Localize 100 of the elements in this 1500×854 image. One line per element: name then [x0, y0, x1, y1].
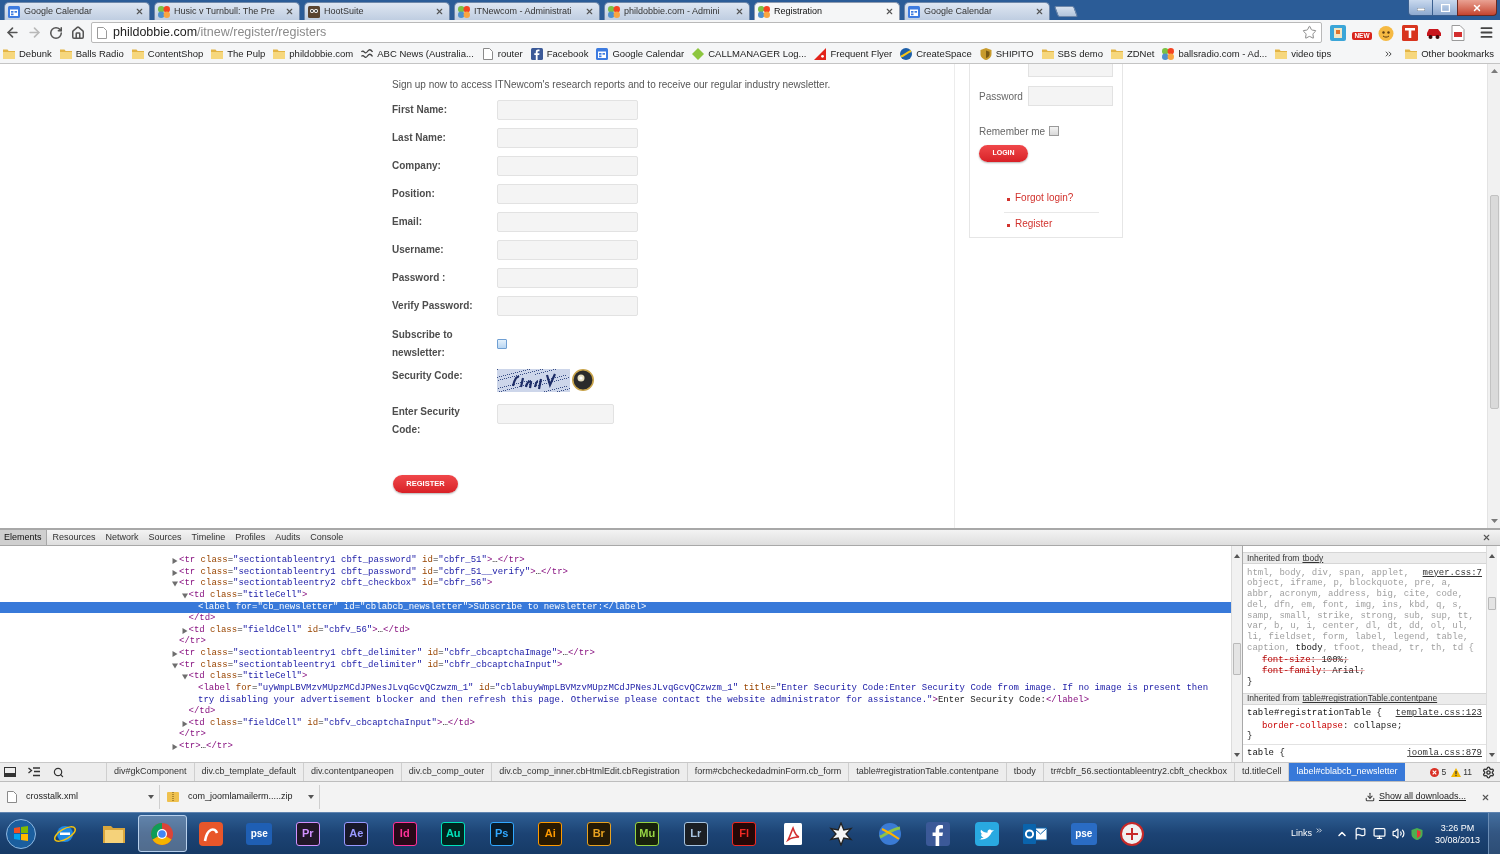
text-field[interactable] [497, 128, 638, 148]
devtools-tab[interactable]: Elements [0, 530, 47, 545]
close-icon[interactable] [135, 7, 144, 16]
dom-node[interactable]: <td class="fieldCell" id="cbfv_cbcaptchaInput">…</td> [181, 717, 475, 730]
scrollbar-thumb[interactable] [1233, 643, 1241, 675]
browser-tab[interactable]: phildobbie.com - Admini [604, 2, 750, 20]
bookmark[interactable]: router [481, 46, 523, 62]
bookmark[interactable]: CreateSpace [900, 46, 972, 62]
browser-tab[interactable]: Google Calendar [904, 2, 1050, 20]
chevron-double-icon[interactable] [1315, 828, 1322, 833]
closing-tag[interactable]: </tr> [179, 729, 206, 741]
tile-icon[interactable] [1402, 24, 1418, 41]
error-count[interactable]: 5 [1441, 765, 1447, 779]
tile-icon[interactable] [1330, 24, 1346, 41]
bookmark[interactable]: ABC News (Australia... [361, 46, 474, 62]
scrollbar[interactable] [1231, 546, 1242, 762]
taskbar-button[interactable]: Id [380, 815, 429, 852]
close-icon[interactable] [585, 7, 594, 16]
download-item[interactable]: com_joomlamailerm.....zip [162, 785, 320, 809]
triangle-right-icon[interactable] [172, 744, 178, 750]
shield-icon[interactable] [1410, 827, 1423, 840]
bookmark[interactable]: Other bookmarks [1405, 46, 1494, 62]
taskbar-button[interactable]: pse [235, 815, 284, 852]
bookmark[interactable]: The Pulp [211, 46, 266, 62]
bookmark[interactable]: Google Calendar [596, 46, 685, 62]
text-field[interactable] [497, 240, 638, 260]
caret-down-icon[interactable] [308, 795, 314, 799]
close-button[interactable] [1480, 792, 1490, 802]
scroll-down-icon[interactable] [1489, 753, 1495, 757]
taskbar-button[interactable]: Pr [283, 815, 332, 852]
element-link[interactable]: table#registrationTable.contentpane [1302, 692, 1438, 706]
dom-node[interactable]: <label for="uyWmpLBVMzvMUpzMCdJPNesJLvqGcvQCzwzm_1" id="cblabuyWmpLBVMzvMUpzMCdJPNesJLvqGcvQCzwzm_1" title="Enter Security Code:Enter Security Code from image. If no image is present then try disabling your advertisement blocker and then refresh this page. Otherwise please contact the website administrator for assistance.">Enter Security Code:</label> [198, 682, 1220, 707]
bookmark[interactable]: Debunk [3, 46, 52, 62]
link[interactable]: Forgot login? [1015, 191, 1074, 205]
close-icon[interactable] [285, 7, 294, 16]
taskbar-button[interactable]: Ai [526, 815, 575, 852]
close-icon[interactable] [735, 7, 744, 16]
scrollbar-thumb[interactable] [1489, 195, 1499, 409]
css-declaration[interactable]: font-size: 100%; [1262, 655, 1349, 666]
triangle-down-icon[interactable] [172, 662, 178, 669]
browser-tab[interactable]: ITNewcom - Administrati [454, 2, 600, 20]
browser-tab[interactable]: HootSuite [304, 2, 450, 20]
browser-tab[interactable]: Google Calendar [4, 2, 150, 20]
scroll-down-icon[interactable] [1234, 753, 1240, 757]
taskbar-button[interactable]: Ps [477, 815, 526, 852]
text-field[interactable] [497, 404, 614, 424]
caret-down-icon[interactable] [148, 795, 154, 799]
text-field[interactable] [1028, 64, 1113, 77]
scroll-up-icon[interactable] [1490, 69, 1498, 73]
text-field[interactable] [497, 268, 638, 288]
taskbar-button[interactable]: Br [574, 815, 623, 852]
maximize-button[interactable] [1433, 0, 1457, 16]
taskbar-button[interactable]: Ae [332, 815, 381, 852]
bookmark[interactable]: CALLMANAGER Log... [692, 46, 807, 62]
checkbox[interactable] [497, 339, 507, 349]
face-icon[interactable] [1378, 24, 1394, 41]
taskbar-button[interactable]: Lr [671, 815, 720, 852]
text-field[interactable] [497, 100, 638, 120]
triangle-right-icon[interactable] [172, 558, 178, 564]
browser-tab[interactable]: Registration [754, 2, 900, 20]
clock-date[interactable]: 30/08/2013 [1434, 833, 1480, 846]
browser-tab[interactable]: Husic v Turnbull: The Pre [154, 2, 300, 20]
source-link[interactable]: joomla.css:879 [1406, 748, 1482, 759]
triangle-down-icon[interactable] [181, 674, 188, 681]
link[interactable]: Register [1015, 217, 1053, 231]
text-field[interactable] [497, 212, 638, 232]
devtools-tab[interactable]: Profiles [231, 530, 270, 545]
new-tab-button[interactable] [1054, 6, 1078, 17]
css-declaration[interactable]: border-collapse: collapse; [1262, 720, 1403, 731]
scroll-down-icon[interactable] [1490, 519, 1498, 523]
scroll-up-icon[interactable] [1489, 554, 1495, 558]
bookmark[interactable]: Balls Radio [59, 46, 124, 62]
bookmark[interactable]: SBS demo [1041, 46, 1103, 62]
speaker-icon[interactable] [572, 369, 594, 391]
minimize-button[interactable] [1408, 0, 1433, 16]
text-field[interactable] [497, 296, 638, 316]
bookmark[interactable]: Frequent Flyer [814, 46, 893, 62]
triangle-down-icon[interactable] [181, 592, 188, 599]
pdf-icon[interactable] [1450, 24, 1466, 41]
source-link[interactable]: meyer.css:7 [1422, 567, 1482, 579]
triangle-right-icon[interactable] [181, 627, 188, 634]
dom-node[interactable]: <tr>…</tr> [172, 741, 234, 753]
bookmark[interactable]: ContentShop [131, 46, 204, 62]
password-field[interactable] [1028, 86, 1113, 106]
dom-node[interactable]: <label for="cb_newsletter" id="cblabcb_newsletter">Subscribe to newsletter:</label> [0, 601, 1231, 614]
dom-node[interactable]: <tr class="sectiontableentry1 cbft_password" id="cbfr_51__verify">…</tr> [172, 566, 568, 579]
bookmark[interactable]: ZDNet [1110, 46, 1155, 62]
dom-node[interactable]: <td class="titleCell"> [181, 589, 308, 602]
breadcrumb[interactable]: label#cblabcb_newsletter [1288, 763, 1405, 781]
bookmark[interactable]: ballsradio.com - Ad... [1162, 46, 1268, 62]
bookmark[interactable]: SHIPITO [979, 46, 1034, 62]
css-declaration[interactable]: font-family: Arial; [1262, 666, 1365, 677]
show-desktop-button[interactable] [1488, 813, 1500, 854]
settings-button[interactable] [1480, 764, 1496, 780]
bookmark[interactable]: phildobbie.com [273, 46, 354, 62]
taskbar-button[interactable]: pse [1059, 815, 1108, 852]
taskbar-button[interactable]: Au [429, 815, 478, 852]
warning-count[interactable]: 11 [1463, 765, 1472, 779]
triangle-right-icon[interactable] [172, 651, 178, 657]
dom-node[interactable]: <td class="titleCell"> [181, 671, 308, 683]
